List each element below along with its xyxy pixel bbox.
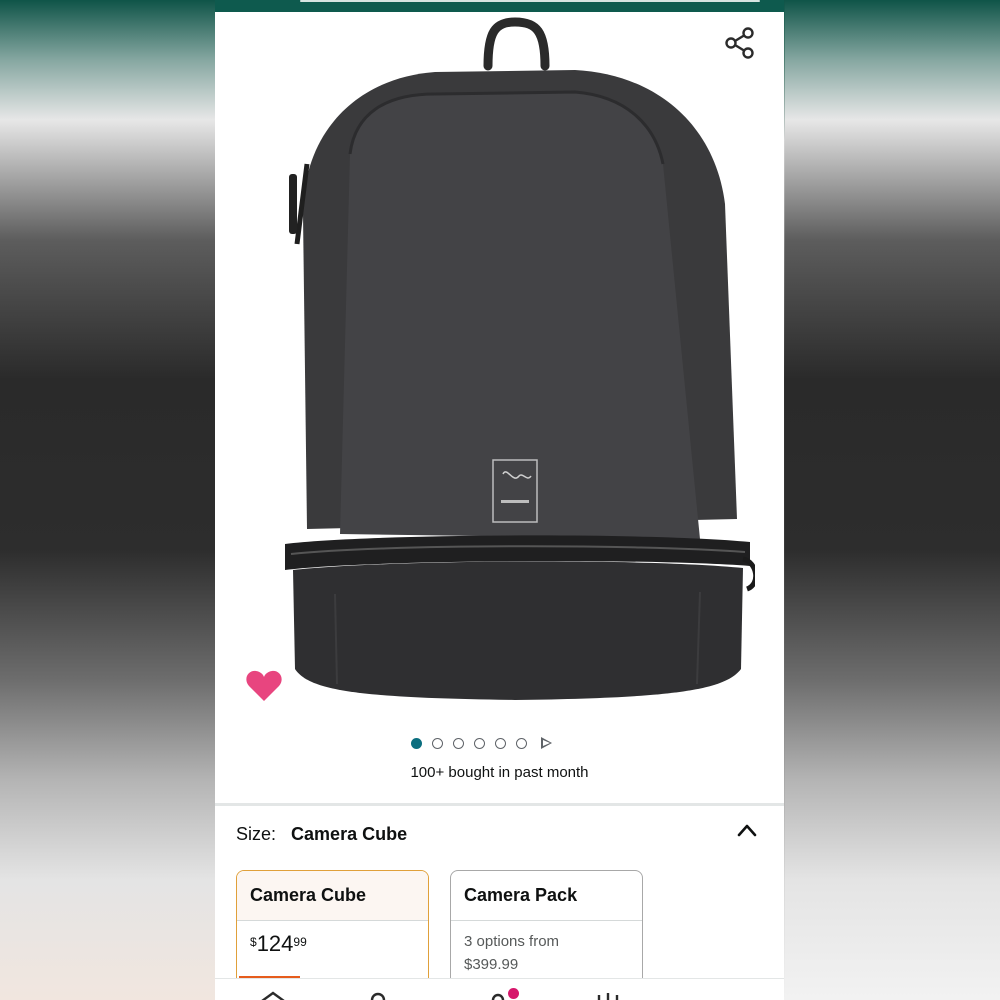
option-price: $12499 <box>250 931 307 956</box>
carousel-dot[interactable] <box>453 737 464 749</box>
carousel-dot[interactable] <box>495 737 506 749</box>
heart-icon[interactable] <box>245 669 283 703</box>
carousel-dot[interactable] <box>474 737 485 749</box>
product-image-gallery[interactable] <box>215 12 784 732</box>
product-page: 100+ bought in past month Size: Camera C… <box>215 0 784 1000</box>
image-carousel-indicators <box>411 735 552 751</box>
option-availability: 3 options from <box>464 933 560 950</box>
product-image[interactable] <box>245 14 755 704</box>
size-option-camera-cube[interactable]: Camera Cube $12499 <box>236 870 429 990</box>
carousel-dot[interactable] <box>411 737 422 749</box>
chevron-up-icon[interactable] <box>737 823 757 837</box>
backpack-bottom-compartment <box>293 561 743 700</box>
size-selector-header[interactable]: Size: Camera Cube <box>236 824 407 845</box>
menu-icon[interactable] <box>595 991 621 1000</box>
blurred-background-right <box>785 0 1000 1000</box>
notification-dot <box>508 988 519 999</box>
backpack-front-panel <box>340 92 700 539</box>
backpack-handle <box>483 17 550 71</box>
bottom-navigation-bar <box>215 978 784 1000</box>
size-label: Size: <box>236 824 277 844</box>
option-name: Camera Pack <box>451 871 642 921</box>
share-icon[interactable] <box>723 26 757 60</box>
profile-icon[interactable] <box>365 991 391 1000</box>
section-divider <box>215 803 784 806</box>
home-icon[interactable] <box>260 991 286 1000</box>
option-from-price: $399.99 <box>464 956 519 973</box>
top-header-bar <box>215 0 784 12</box>
size-selected-value: Camera Cube <box>291 824 408 844</box>
blurred-background-left <box>0 0 215 1000</box>
size-option-camera-pack[interactable]: Camera Pack 3 options from $399.99 <box>450 870 643 990</box>
search-bar-edge[interactable] <box>300 0 760 2</box>
carousel-dot[interactable] <box>516 737 527 749</box>
carousel-dot[interactable] <box>432 737 443 749</box>
option-name: Camera Cube <box>237 871 428 921</box>
bought-in-past-month: 100+ bought in past month <box>410 764 589 781</box>
play-icon[interactable] <box>541 737 552 749</box>
